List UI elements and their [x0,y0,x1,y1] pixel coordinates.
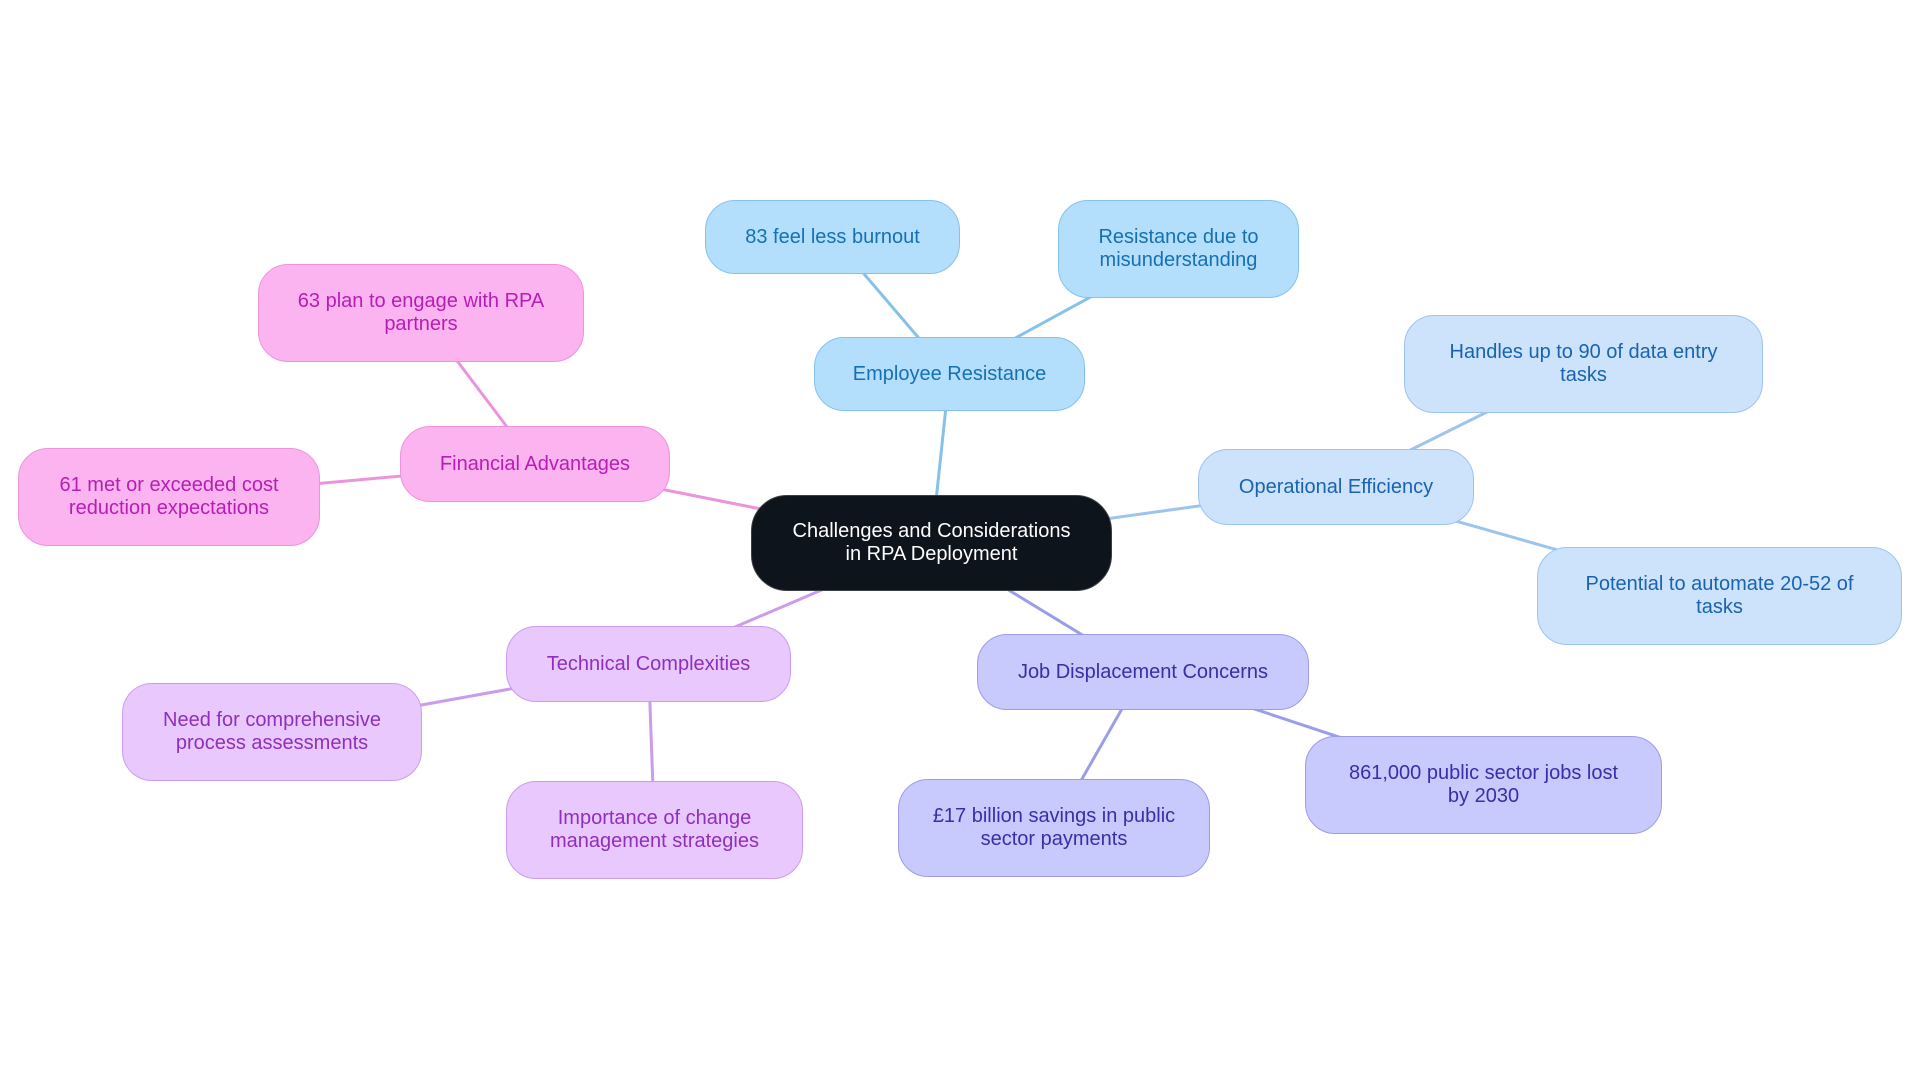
leaf-change-management[interactable]: Importance of change management strategi… [506,781,803,879]
leaf-label-line: by 2030 [1447,785,1520,807]
branch-employee-resistance[interactable]: Employee Resistance [814,337,1085,411]
leaf-label: 861,000 public sector jobs lost by 2030 [1349,762,1618,808]
branch-operational-efficiency[interactable]: Operational Efficiency [1198,449,1474,525]
branch-job-displacement[interactable]: Job Displacement Concerns [977,634,1309,710]
branch-label: Financial Advantages [439,452,631,475]
leaf-label-line: Handles up to 90 of data entry [1449,341,1718,363]
leaf-label-line: 61 met or exceeded cost [59,474,279,496]
leaf-label: Potential to automate 20-52 of tasks [1586,573,1854,619]
leaf-rpa-partners[interactable]: 63 plan to engage with RPA partners [258,264,584,362]
leaf-label-line: Need for comprehensive [163,709,381,731]
leaf-label-line: management strategies [549,830,759,852]
leaf-label-line: 861,000 public sector jobs lost [1348,762,1619,784]
leaf-savings[interactable]: £17 billion savings in public sector pay… [898,779,1210,877]
leaf-label: Need for comprehensive process assessmen… [163,709,381,755]
root-label-line: Challenges and Considerations [792,520,1071,542]
leaf-resistance-misunderstanding[interactable]: Resistance due to misunderstanding [1058,200,1299,298]
branch-technical-complexities[interactable]: Technical Complexities [506,626,791,702]
leaf-label-line: Importance of change [557,807,752,829]
leaf-label: Resistance due to misunderstanding [1098,226,1258,272]
leaf-label-line: partners [384,313,458,335]
leaf-data-entry[interactable]: Handles up to 90 of data entry tasks [1404,315,1763,413]
leaf-jobs-lost[interactable]: 861,000 public sector jobs lost by 2030 [1305,736,1662,834]
branch-label: Job Displacement Concerns [1017,660,1269,683]
root-node[interactable]: Challenges and Considerations in RPA Dep… [751,495,1112,591]
leaf-label-line: tasks [1696,596,1743,618]
leaf-label-line: misunderstanding [1099,249,1258,271]
root-label-line: in RPA Deployment [845,543,1018,565]
branch-label: Operational Efficiency [1238,475,1434,498]
leaf-label: Handles up to 90 of data entry tasks [1450,341,1718,387]
leaf-process-assessments[interactable]: Need for comprehensive process assessmen… [122,683,422,781]
leaf-label-line: Potential to automate 20-52 of [1585,573,1854,595]
leaf-label-line: Resistance due to [1098,226,1259,248]
leaf-label: Importance of change management strategi… [550,807,759,853]
branch-label: Employee Resistance [852,362,1047,385]
leaf-cost-reduction[interactable]: 61 met or exceeded cost reduction expect… [18,448,320,546]
leaf-label-line: reduction expectations [68,497,270,519]
leaf-label-line: £17 billion savings in public [932,805,1176,827]
leaf-label-line: 63 plan to engage with RPA [297,290,545,312]
leaf-label: 63 plan to engage with RPA partners [298,290,544,336]
leaf-label-line: tasks [1560,364,1607,386]
leaf-label-line: sector payments [980,828,1128,850]
root-label: Challenges and Considerations in RPA Dep… [793,520,1071,566]
leaf-label-line: process assessments [175,732,369,754]
leaf-automate-tasks[interactable]: Potential to automate 20-52 of tasks [1537,547,1902,645]
branch-label: Technical Complexities [546,652,751,675]
leaf-less-burnout[interactable]: 83 feel less burnout [705,200,960,274]
leaf-label: £17 billion savings in public sector pay… [933,805,1175,851]
leaf-label: 83 feel less burnout [745,225,920,248]
leaf-label: 61 met or exceeded cost reduction expect… [59,474,278,520]
branch-financial-advantages[interactable]: Financial Advantages [400,426,670,502]
